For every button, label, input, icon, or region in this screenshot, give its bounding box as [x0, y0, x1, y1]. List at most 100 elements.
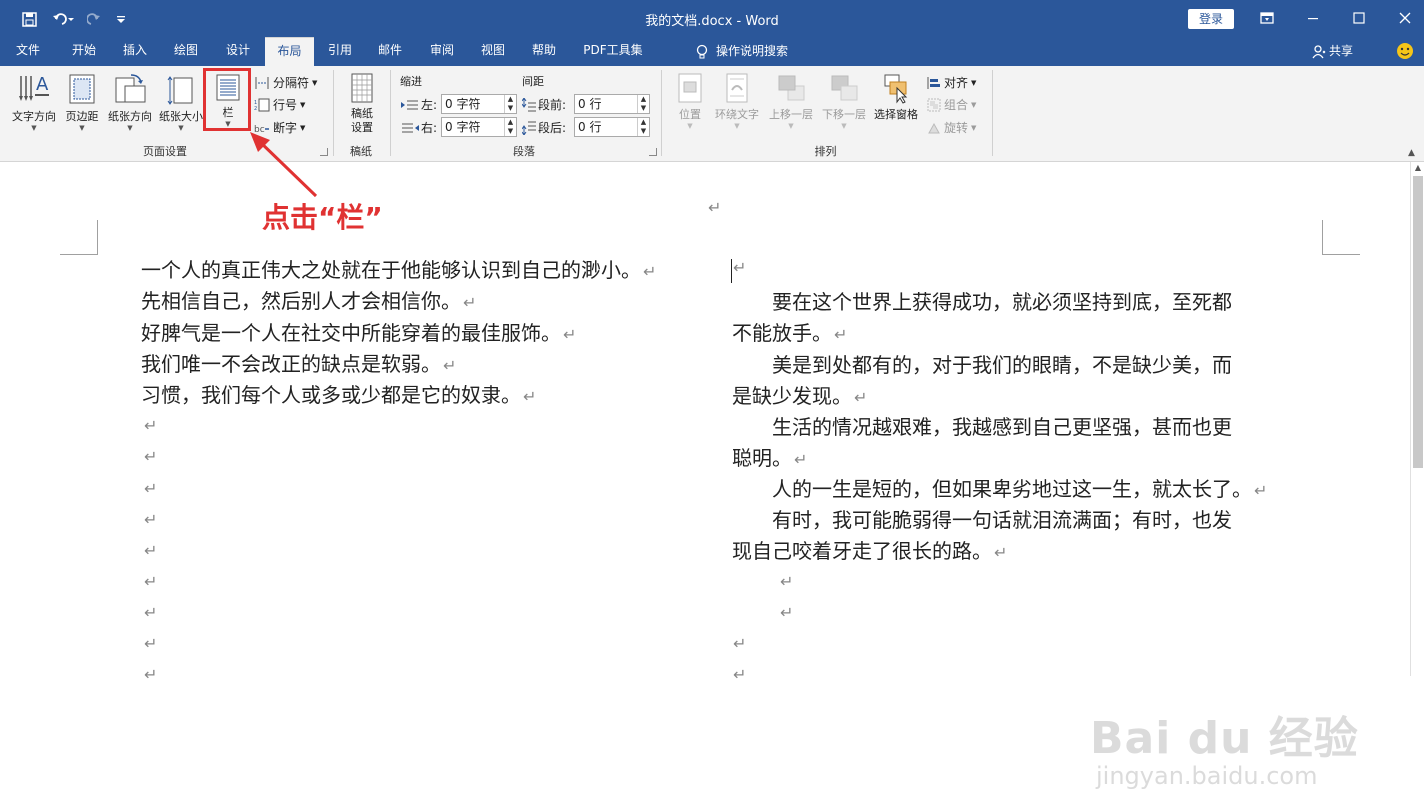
line-numbers-label: 行号	[273, 98, 298, 112]
spinner-arrows-icon[interactable]: ▲ ▼	[504, 95, 516, 113]
selection-pane-button[interactable]: 选择窗格	[871, 72, 921, 122]
smiley-feedback-icon[interactable]	[1394, 37, 1416, 66]
spacing-after-input[interactable]: 0 行 ▲ ▼	[574, 117, 650, 137]
watermark-url: jingyan.baidu.com	[1096, 762, 1318, 790]
paragraph-mark: ↵	[780, 603, 794, 622]
left-line-1[interactable]: 一个人的真正伟大之处就在于他能够认识到自己的渺小。 ↵	[141, 255, 656, 287]
tab-layout[interactable]: 布局	[265, 37, 314, 66]
paragraph-mark: ↵	[144, 416, 158, 435]
tab-design[interactable]: 设计	[214, 37, 262, 66]
orientation-icon	[115, 74, 146, 103]
maximize-icon[interactable]	[1344, 6, 1374, 30]
align-icon	[927, 76, 940, 89]
document-area[interactable]: ↵ 一个人的真正伟大之处就在于他能够认识到自己的渺小。 ↵ 先相信自己，然后别人才…	[0, 162, 1410, 790]
chevron-down-icon: ▼	[841, 122, 847, 130]
indent-left-input[interactable]: 0 字符 ▲ ▼	[441, 94, 517, 114]
manuscript-setup-button[interactable]: 稿纸 设置	[342, 72, 382, 135]
spinner-arrows-icon[interactable]: ▲ ▼	[637, 95, 649, 113]
indent-heading: 缩进	[400, 75, 422, 88]
right-line-1[interactable]: 要在这个世界上获得成功，就必须坚持到底，至死都	[732, 287, 1232, 318]
tab-file[interactable]: 文件	[4, 37, 52, 66]
close-icon[interactable]	[1390, 6, 1420, 30]
group-label: 组合	[944, 98, 969, 112]
tab-help[interactable]: 帮助	[520, 37, 568, 66]
left-line-4[interactable]: 我们唯一不会改正的缺点是软弱。 ↵	[141, 349, 456, 381]
svg-text:A: A	[36, 74, 49, 95]
paragraph-mark: ↵	[1254, 481, 1268, 500]
spinner-arrows-icon[interactable]: ▲ ▼	[637, 118, 649, 136]
right-line-8[interactable]: 有时，我可能脆弱得一句话就泪流满面；有时，也发	[732, 505, 1232, 536]
spacing-before-icon	[522, 97, 536, 111]
tab-pdf-tools[interactable]: PDF工具集	[576, 37, 650, 66]
ribbon-display-options-icon[interactable]	[1252, 6, 1282, 30]
right-line-3[interactable]: 美是到处都有的，对于我们的眼睛，不是缺少美，而	[732, 350, 1232, 381]
breaks-label: 分隔符	[273, 76, 310, 90]
left-line-3[interactable]: 好脾气是一个人在社交中所能穿着的最佳服饰。 ↵	[141, 318, 576, 350]
collapse-ribbon-icon[interactable]: ▲	[1408, 148, 1415, 158]
scrollbar-thumb[interactable]	[1413, 176, 1423, 468]
right-line-2-text: 不能放手。	[732, 321, 832, 345]
indent-left-value: 0 字符	[445, 97, 481, 111]
tab-mailings[interactable]: 邮件	[366, 37, 414, 66]
left-line-5[interactable]: 习惯，我们每个人或多或少都是它的奴隶。 ↵	[141, 380, 536, 412]
orientation-label: 纸张方向	[108, 110, 152, 123]
group-separator	[333, 70, 334, 156]
paragraph-mark: ↵	[708, 198, 722, 217]
left-line-2[interactable]: 先相信自己，然后别人才会相信你。 ↵	[141, 286, 476, 318]
rotate-label: 旋转	[944, 121, 969, 135]
paragraph-mark: ↵	[994, 543, 1008, 562]
size-button[interactable]: 纸张大小 ▼	[157, 72, 205, 132]
position-button[interactable]: 位置 ▼	[672, 72, 708, 130]
login-button[interactable]: 登录	[1188, 9, 1234, 29]
paragraph-mark: ↵	[144, 634, 158, 653]
tell-me-search[interactable]: 操作说明搜索	[696, 37, 808, 66]
left-line-2-text: 先相信自己，然后别人才会相信你。	[141, 289, 461, 313]
tab-home[interactable]: 开始	[60, 37, 108, 66]
spacing-before-text: 段前:	[538, 98, 567, 112]
orientation-button[interactable]: 纸张方向 ▼	[104, 72, 156, 132]
share-button[interactable]: 共享	[1312, 37, 1362, 66]
breaks-icon	[255, 76, 269, 89]
chevron-down-icon: ▼	[79, 124, 85, 132]
scroll-up-arrow-icon[interactable]: ▲	[1411, 162, 1424, 174]
columns-highlight-box	[203, 68, 251, 131]
align-button[interactable]: 对齐 ▼	[927, 74, 976, 91]
paragraph-mark: ↵	[144, 665, 158, 684]
paragraph-dialog-launcher-icon[interactable]	[649, 148, 657, 156]
spacing-before-input[interactable]: 0 行 ▲ ▼	[574, 94, 650, 114]
right-line-1-text: 要在这个世界上获得成功，就必须坚持到底，至死都	[732, 290, 1232, 314]
margins-button[interactable]: 页边距 ▼	[61, 72, 103, 132]
right-line-7[interactable]: 人的一生是短的，但如果卑劣地过这一生，就太长了。 ↵	[732, 474, 1267, 506]
watermark-logo: Bai du 经验	[1090, 713, 1359, 764]
tab-insert[interactable]: 插入	[111, 37, 159, 66]
manuscript-setup-label-line2: 设置	[351, 121, 373, 134]
right-line-4[interactable]: 是缺少发现。 ↵	[732, 381, 867, 413]
group-button[interactable]: 组合 ▼	[927, 96, 976, 113]
tab-references[interactable]: 引用	[316, 37, 364, 66]
right-line-2[interactable]: 不能放手。 ↵	[732, 318, 847, 350]
right-line-5[interactable]: 生活的情况越艰难，我越感到自己更坚强，甚而也更	[732, 412, 1232, 443]
bring-forward-button[interactable]: 上移一层 ▼	[765, 72, 817, 130]
rotate-button[interactable]: 旋转 ▼	[927, 119, 976, 136]
indent-left-text: 左:	[421, 98, 438, 112]
tab-view[interactable]: 视图	[469, 37, 517, 66]
paragraph-mark: ↵	[733, 665, 747, 684]
line-numbers-button[interactable]: 12 行号 ▼	[254, 96, 305, 113]
send-backward-button[interactable]: 下移一层 ▼	[818, 72, 870, 130]
wrap-text-button[interactable]: 环绕文字 ▼	[711, 72, 763, 130]
indent-left-icon	[401, 100, 418, 109]
tab-draw[interactable]: 绘图	[162, 37, 210, 66]
text-cursor	[731, 259, 732, 283]
spacing-heading: 间距	[522, 75, 544, 88]
chevron-down-icon: ▼	[971, 78, 977, 87]
breaks-button[interactable]: 分隔符 ▼	[254, 74, 317, 91]
text-direction-button[interactable]: A 文字方向 ▼	[8, 72, 60, 132]
right-line-9[interactable]: 现自己咬着牙走了很长的路。 ↵	[732, 536, 1007, 568]
tab-review[interactable]: 审阅	[418, 37, 466, 66]
minimize-icon[interactable]	[1298, 6, 1328, 30]
vertical-scrollbar[interactable]: ▲	[1410, 162, 1424, 676]
indent-right-input[interactable]: 0 字符 ▲ ▼	[441, 117, 517, 137]
paragraph-mark: ↵	[144, 603, 158, 622]
spinner-arrows-icon[interactable]: ▲ ▼	[504, 118, 516, 136]
right-line-6[interactable]: 聪明。 ↵	[732, 443, 807, 475]
